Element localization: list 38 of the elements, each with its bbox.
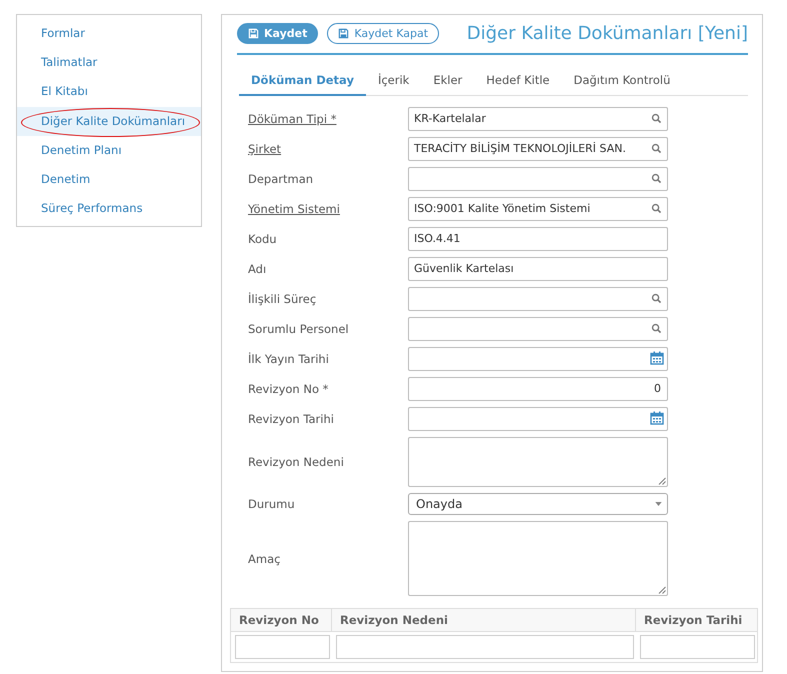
field-label: Revizyon Nedeni bbox=[248, 455, 345, 469]
column-header: Revizyon Nedeni bbox=[332, 608, 636, 632]
input-field[interactable]: KR-Kartelalar bbox=[408, 107, 668, 131]
sidebar-item[interactable]: El Kitabı bbox=[17, 77, 201, 107]
field-label: Revizyon No * bbox=[248, 382, 330, 396]
tab[interactable]: Döküman Detay bbox=[239, 67, 366, 96]
field-label[interactable]: Döküman Tipi * bbox=[248, 112, 408, 126]
status-dropdown[interactable]: Onayda bbox=[408, 493, 668, 515]
input-field[interactable]: 0 bbox=[408, 377, 668, 401]
save-close-button[interactable]: Kaydet Kapat bbox=[327, 23, 440, 44]
tab[interactable]: Ekler bbox=[421, 67, 474, 95]
field-label: Revizyon Tarihi bbox=[248, 412, 335, 426]
tab[interactable]: İçerik bbox=[366, 67, 422, 95]
field-label: İlişkili Süreç bbox=[248, 292, 318, 306]
input-field[interactable]: ISO:9001 Kalite Yönetim Sistemi bbox=[408, 197, 668, 221]
field-label: Kodu bbox=[248, 232, 278, 246]
input-field[interactable]: TERACİTY BİLİŞİM TEKNOLOJİLERİ SAN. bbox=[408, 137, 668, 161]
tab[interactable]: Hedef Kitle bbox=[474, 67, 562, 95]
sidebar-item[interactable]: Denetim Planı bbox=[17, 136, 201, 165]
sidebar-item[interactable]: Formlar bbox=[17, 19, 201, 48]
input-field[interactable]: Güvenlik Kartelası bbox=[408, 257, 668, 281]
input-field[interactable]: ISO.4.41 bbox=[408, 227, 668, 251]
field-label: Sorumlu Personel bbox=[248, 322, 350, 336]
sidebar-item[interactable]: Denetim bbox=[17, 164, 201, 194]
field-label: İlk Yayın Tarihi bbox=[248, 352, 330, 366]
field-label: Amaç bbox=[248, 552, 282, 566]
field-label: Adı bbox=[248, 262, 268, 276]
page-title: Diğer Kalite Dokümanları [Yeni] bbox=[466, 23, 748, 44]
field-label: Departman bbox=[248, 172, 314, 186]
column-header: Revizyon No bbox=[230, 608, 332, 632]
column-header: Revizyon Tarihi bbox=[636, 608, 758, 632]
tab[interactable]: Dağıtım Kontrolü bbox=[562, 67, 682, 95]
sidebar-item[interactable]: Süreç Performans bbox=[17, 194, 201, 224]
field-label[interactable]: Şirket bbox=[248, 142, 408, 156]
field-label[interactable]: Yönetim Sistemi bbox=[248, 202, 408, 216]
sidebar-item[interactable]: Talimatlar bbox=[17, 48, 201, 78]
field-label: Durumu bbox=[248, 497, 296, 511]
sidebar-item[interactable]: Diğer Kalite Dokümanları bbox=[17, 106, 201, 136]
